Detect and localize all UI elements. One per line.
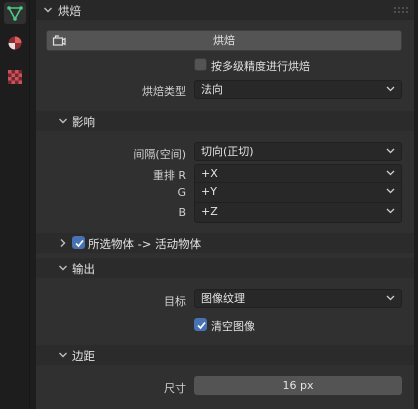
checkmark-icon: [75, 239, 84, 248]
material-sphere-icon: [8, 36, 22, 50]
selected-to-active-title: 所选物体 -> 活动物体: [88, 237, 202, 251]
checkmark-icon: [197, 321, 206, 330]
tab-texture[interactable]: [4, 66, 26, 88]
swizzle-g-dropdown[interactable]: +Y: [194, 183, 402, 203]
bake-panel-header[interactable]: 烘焙: [36, 0, 414, 20]
chevron-right-icon: [60, 239, 66, 247]
chevron-down-icon: [386, 295, 395, 301]
tab-material[interactable]: [4, 32, 26, 54]
multires-label: 按多级精度进行烘焙: [211, 60, 310, 73]
tab-object-data[interactable]: [4, 2, 26, 24]
chevron-down-icon: [386, 208, 395, 214]
bake-camera-icon: [52, 35, 66, 46]
bake-panel: 烘焙 烘焙 按多级精度进行烘焙 烘焙类型 法向 影响 间隔(空间) 切向(正切)…: [36, 0, 414, 409]
swizzle-b-value: +Z: [201, 205, 218, 218]
chevron-down-icon: [386, 170, 395, 176]
margin-size-label: 尺寸: [164, 382, 186, 395]
output-title: 输出: [72, 262, 95, 276]
swizzle-r-label: 重排 R: [152, 169, 186, 182]
selected-to-active-checkbox[interactable]: [72, 236, 85, 249]
space-label: 间隔(空间): [133, 148, 186, 161]
swizzle-g-label: G: [177, 186, 186, 199]
swizzle-b-label: B: [178, 206, 186, 219]
target-dropdown[interactable]: 图像纹理: [194, 289, 402, 308]
chevron-down-icon: [386, 86, 395, 92]
clear-image-checkbox[interactable]: [194, 318, 207, 331]
bake-button-label: 烘焙: [213, 34, 235, 47]
drag-grip-icon[interactable]: [394, 7, 408, 13]
space-value: 切向(正切): [201, 145, 254, 158]
chevron-down-icon: [59, 265, 67, 271]
influence-title: 影响: [72, 115, 95, 129]
margin-size-value: 16 px: [282, 379, 314, 392]
target-value: 图像纹理: [201, 292, 245, 305]
bake-type-label: 烘焙类型: [142, 85, 186, 98]
influence-subpanel-header[interactable]: 影响: [36, 111, 414, 131]
output-subpanel-header[interactable]: 输出: [36, 258, 414, 278]
selected-to-active-subpanel-header[interactable]: 所选物体 -> 活动物体: [36, 233, 414, 253]
clear-image-label: 清空图像: [211, 320, 255, 333]
margin-subpanel-header[interactable]: 边距: [36, 345, 414, 365]
swizzle-r-value: +X: [201, 167, 218, 180]
chevron-down-icon: [386, 188, 395, 194]
bake-button[interactable]: 烘焙: [46, 30, 402, 51]
margin-size-field[interactable]: 16 px: [194, 376, 402, 395]
chevron-down-icon: [59, 352, 67, 358]
swizzle-b-dropdown[interactable]: +Z: [194, 203, 402, 223]
swizzle-r-dropdown[interactable]: +X: [194, 164, 402, 183]
margin-title: 边距: [72, 349, 95, 363]
bake-type-dropdown[interactable]: 法向: [194, 80, 402, 99]
multires-checkbox[interactable]: [194, 58, 207, 71]
chevron-down-icon: [59, 118, 67, 124]
bake-panel-title: 烘焙: [58, 4, 81, 18]
bake-type-value: 法向: [201, 83, 223, 96]
chevron-down-icon: [386, 148, 395, 154]
target-label: 目标: [164, 295, 186, 308]
properties-tab-strip: [0, 0, 30, 409]
checker-texture-icon: [8, 70, 22, 84]
space-dropdown[interactable]: 切向(正切): [194, 142, 402, 161]
chevron-down-icon: [44, 7, 52, 13]
triangle-vertex-icon: [7, 6, 23, 21]
swizzle-g-value: +Y: [201, 185, 217, 198]
